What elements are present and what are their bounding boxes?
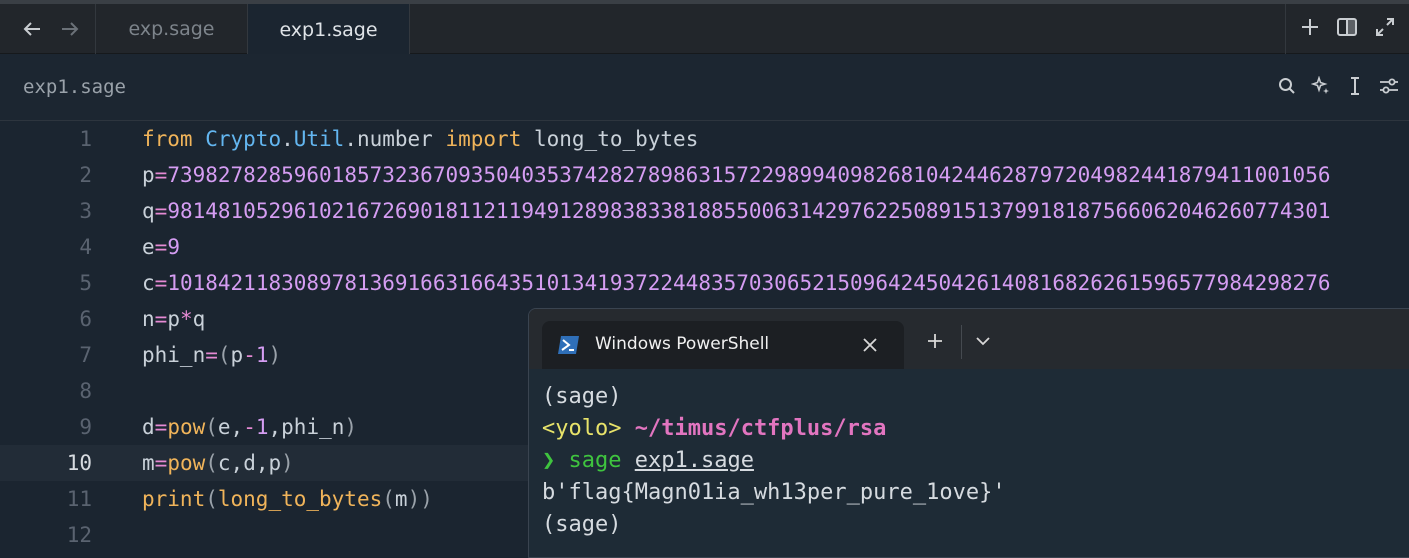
cwd-path: ~/timus/ctfplus/rsa <box>634 416 887 441</box>
line-number: 9 <box>79 415 92 439</box>
maximize-icon[interactable] <box>1375 18 1394 40</box>
sliders-icon[interactable] <box>1379 74 1399 98</box>
breadcrumb[interactable]: exp1.sage <box>23 76 126 98</box>
line-number: 12 <box>66 523 92 544</box>
close-icon[interactable] <box>858 333 882 357</box>
split-pane-icon[interactable] <box>1337 18 1358 40</box>
code-text: c=10184211830897813691663166435101341937… <box>142 271 1331 295</box>
line-number: 6 <box>79 307 92 331</box>
terminal-line: <yolo> ~/timus/ctfplus/rsa <box>542 413 886 445</box>
code-text: n=p*q <box>142 307 206 331</box>
line-number: 1 <box>79 127 92 151</box>
code-line: 2 p=739827828596018573236709350403537428… <box>0 157 1409 193</box>
code-line: 4 e=9 <box>0 229 1409 265</box>
tab-label: exp.sage <box>128 18 215 40</box>
code-text: d=pow(e,-1,phi_n) <box>142 415 358 439</box>
editor-toolbar: exp1.sage <box>0 54 1409 121</box>
plus-icon[interactable] <box>923 329 947 353</box>
line-number: 2 <box>79 163 92 187</box>
arrow-right-icon[interactable] <box>58 17 82 41</box>
code-text: print(long_to_bytes(m)) <box>142 487 433 511</box>
code-text: e=9 <box>142 235 180 259</box>
e-value: 9 <box>167 235 180 259</box>
arrow-left-icon[interactable] <box>20 17 44 41</box>
window-buttons <box>1285 4 1409 54</box>
code-text: from Crypto.Util.number import long_to_b… <box>142 127 699 151</box>
terminal-line: ❯ sage exp1.sage <box>542 445 754 477</box>
tab-bar: exp.sage exp1.sage <box>0 0 1409 55</box>
terminal-line: (sage) <box>542 384 622 409</box>
sparkle-icon[interactable] <box>1311 74 1331 98</box>
command-arg: exp1.sage <box>634 448 754 473</box>
command: sage <box>568 448 622 473</box>
divider <box>961 325 962 359</box>
line-number: 8 <box>79 379 92 403</box>
terminal-titlebar: Windows PowerShell <box>529 309 1409 369</box>
terminal-window[interactable]: Windows PowerShell (sage) <yolo> ~/timus… <box>528 308 1409 558</box>
terminal-output[interactable]: (sage) <yolo> ~/timus/ctfplus/rsa ❯ sage… <box>529 369 1409 557</box>
terminal-tab[interactable]: Windows PowerShell <box>542 321 904 369</box>
text-cursor-icon[interactable] <box>1345 74 1365 98</box>
powershell-icon <box>558 335 580 355</box>
tab-label: exp1.sage <box>279 18 378 41</box>
tab-exp1-sage[interactable]: exp1.sage <box>248 4 410 55</box>
code-text: p=73982782859601857323670935040353742827… <box>142 163 1331 187</box>
line-number: 5 <box>79 271 92 295</box>
nav-buttons <box>0 4 96 54</box>
p-value: 7398278285960185732367093504035374282789… <box>167 163 1331 187</box>
terminal-line: b'flag{Magn01ia_wh13per_pure_1ove}' <box>542 480 1006 505</box>
q-value: 9814810529610216726901811211949128983833… <box>167 199 1331 223</box>
line-number: 7 <box>79 343 92 367</box>
code-text: m=pow(c,d,p) <box>142 451 294 475</box>
env-name: <yolo> <box>542 416 622 441</box>
line-number: 10 <box>66 451 92 475</box>
line-number: 11 <box>66 487 92 511</box>
code-text: phi_n=(p-1) <box>142 343 282 367</box>
code-line: 1 from Crypto.Util.number import long_to… <box>0 121 1409 157</box>
code-text: q=98148105296102167269018112119491289838… <box>142 199 1331 223</box>
terminal-line: (sage) <box>542 512 622 537</box>
line-number: 4 <box>79 235 92 259</box>
editor-tools <box>1277 74 1399 98</box>
search-icon[interactable] <box>1277 74 1297 98</box>
line-number: 3 <box>79 199 92 223</box>
code-line: 3 q=981481052961021672690181121194912898… <box>0 193 1409 229</box>
tab-exp-sage[interactable]: exp.sage <box>96 4 248 54</box>
code-line: 5 c=101842118308978136916631664351013419… <box>0 265 1409 301</box>
c-value: 1018421183089781369166316643510134193722… <box>167 271 1331 295</box>
plus-icon[interactable] <box>1301 18 1319 40</box>
chevron-down-icon[interactable] <box>971 329 995 353</box>
prompt-char: ❯ <box>542 448 556 473</box>
terminal-tab-title: Windows PowerShell <box>595 334 770 354</box>
